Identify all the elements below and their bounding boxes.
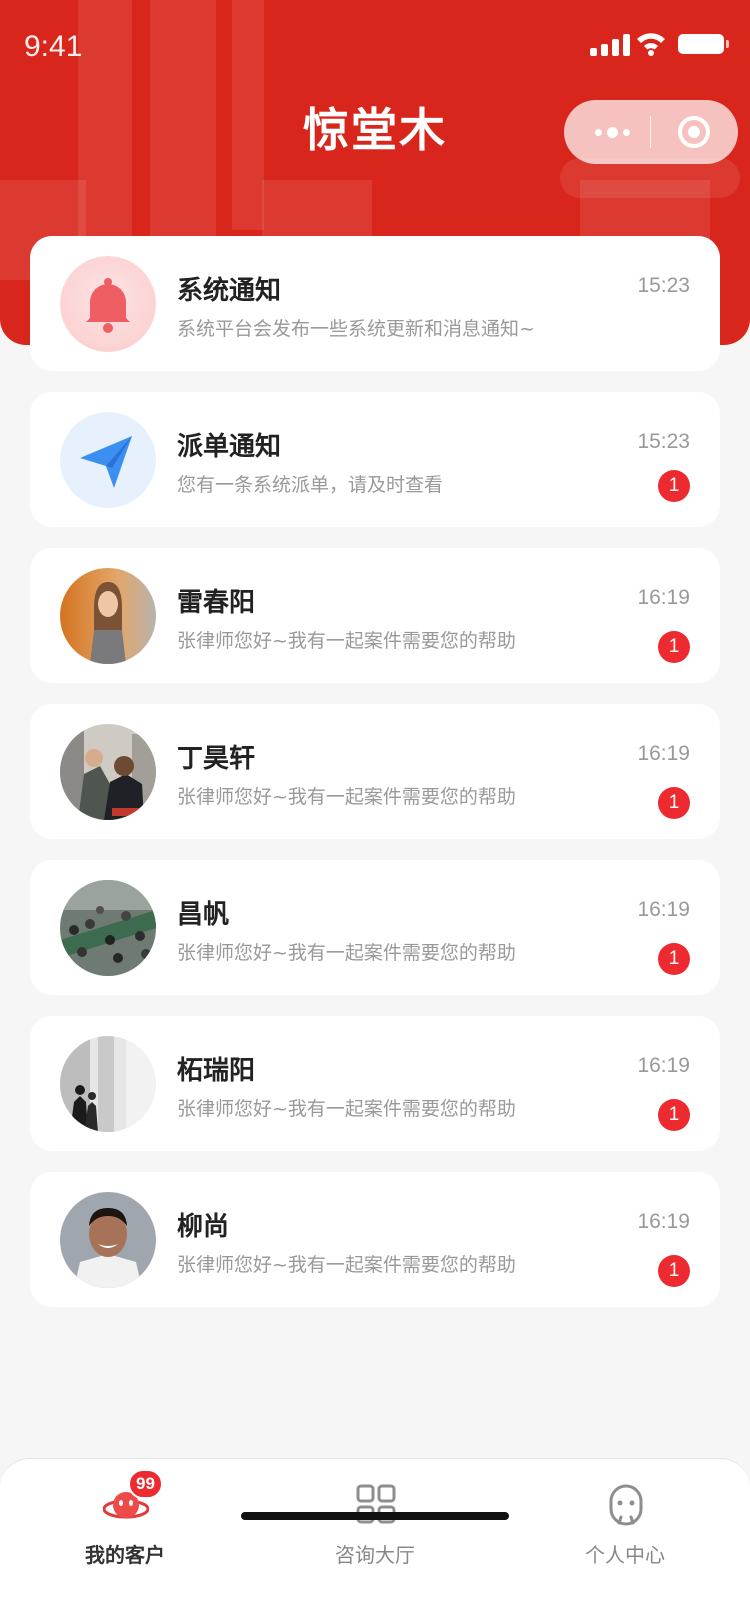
- mini-program-capsule: [564, 100, 738, 164]
- paper-plane-icon: [60, 412, 156, 508]
- message-title: 丁昊轩: [177, 744, 256, 774]
- wifi-icon: [637, 33, 665, 56]
- avatar: [60, 1036, 156, 1132]
- avatar: [60, 880, 156, 976]
- unread-badge: 1: [658, 1255, 690, 1287]
- avatar: [60, 724, 156, 820]
- message-preview: 您有一条系统派单，请及时查看: [177, 474, 444, 496]
- unread-badge: 1: [658, 470, 690, 502]
- message-item-dispatch-notice[interactable]: 派单通知 您有一条系统派单，请及时查看 15:23 1: [30, 392, 720, 527]
- app-logo: 惊堂木: [303, 103, 447, 157]
- message-list: 系统通知 系统平台会发布一些系统更新和消息通知~ 15:23 派单通知 您有一条…: [30, 236, 720, 1328]
- tab-label: 我的客户: [85, 1543, 165, 1567]
- message-preview: 张律师您好~我有一起案件需要您的帮助: [177, 786, 516, 808]
- tab-bar: 99 我的客户 咨询大厅 个人中心: [0, 1458, 750, 1624]
- message-item-contact[interactable]: 丁昊轩 张律师您好~我有一起案件需要您的帮助 16:19 1: [30, 704, 720, 839]
- grid-icon: [356, 1484, 396, 1524]
- customer-count-badge: 99: [128, 1469, 163, 1499]
- decor-shape: [262, 180, 372, 240]
- message-time: 16:19: [637, 742, 690, 765]
- close-target-icon[interactable]: [678, 116, 710, 148]
- message-item-system-notice[interactable]: 系统通知 系统平台会发布一些系统更新和消息通知~ 15:23: [30, 236, 720, 371]
- message-title: 昌帆: [177, 900, 230, 930]
- tab-label: 咨询大厅: [335, 1543, 415, 1567]
- message-title: 系统通知: [177, 276, 282, 306]
- message-preview: 张律师您好~我有一起案件需要您的帮助: [177, 942, 516, 964]
- unread-badge: 1: [658, 787, 690, 819]
- tab-my-customers[interactable]: 99 我的客户: [0, 1469, 250, 1569]
- message-item-contact[interactable]: 柘瑞阳 张律师您好~我有一起案件需要您的帮助 16:19 1: [30, 1016, 720, 1151]
- message-title: 雷春阳: [177, 588, 256, 618]
- signal-icon: [590, 34, 632, 56]
- message-time: 16:19: [637, 898, 690, 921]
- battery-icon: [678, 34, 729, 54]
- message-time: 15:23: [637, 274, 690, 297]
- message-title: 派单通知: [177, 432, 282, 462]
- capsule-divider: [650, 116, 651, 148]
- message-item-contact[interactable]: 雷春阳 张律师您好~我有一起案件需要您的帮助 16:19 1: [30, 548, 720, 683]
- message-time: 16:19: [637, 586, 690, 609]
- user-face-icon: [609, 1484, 643, 1526]
- message-item-contact[interactable]: 柳尚 张律师您好~我有一起案件需要您的帮助 16:19 1: [30, 1172, 720, 1307]
- status-time: 9:41: [24, 30, 83, 63]
- message-item-contact[interactable]: 昌帆 张律师您好~我有一起案件需要您的帮助 16:19 1: [30, 860, 720, 995]
- avatar: [60, 1192, 156, 1288]
- bell-icon: [60, 256, 156, 352]
- message-title: 柳尚: [177, 1212, 230, 1242]
- more-icon[interactable]: [584, 112, 640, 152]
- unread-badge: 1: [658, 943, 690, 975]
- message-time: 16:19: [637, 1210, 690, 1233]
- message-time: 15:23: [637, 430, 690, 453]
- message-title: 柘瑞阳: [177, 1056, 256, 1086]
- message-time: 16:19: [637, 1054, 690, 1077]
- unread-badge: 1: [658, 631, 690, 663]
- message-preview: 张律师您好~我有一起案件需要您的帮助: [177, 630, 516, 652]
- unread-badge: 1: [658, 1099, 690, 1131]
- tab-label: 个人中心: [585, 1543, 665, 1567]
- message-preview: 系统平台会发布一些系统更新和消息通知~: [177, 318, 535, 340]
- message-preview: 张律师您好~我有一起案件需要您的帮助: [177, 1098, 516, 1120]
- decor-shape: [580, 180, 710, 240]
- status-bar: 9:41: [0, 0, 750, 96]
- home-indicator: [241, 1512, 509, 1520]
- message-preview: 张律师您好~我有一起案件需要您的帮助: [177, 1254, 516, 1276]
- avatar: [60, 568, 156, 664]
- tab-personal-center[interactable]: 个人中心: [500, 1469, 750, 1569]
